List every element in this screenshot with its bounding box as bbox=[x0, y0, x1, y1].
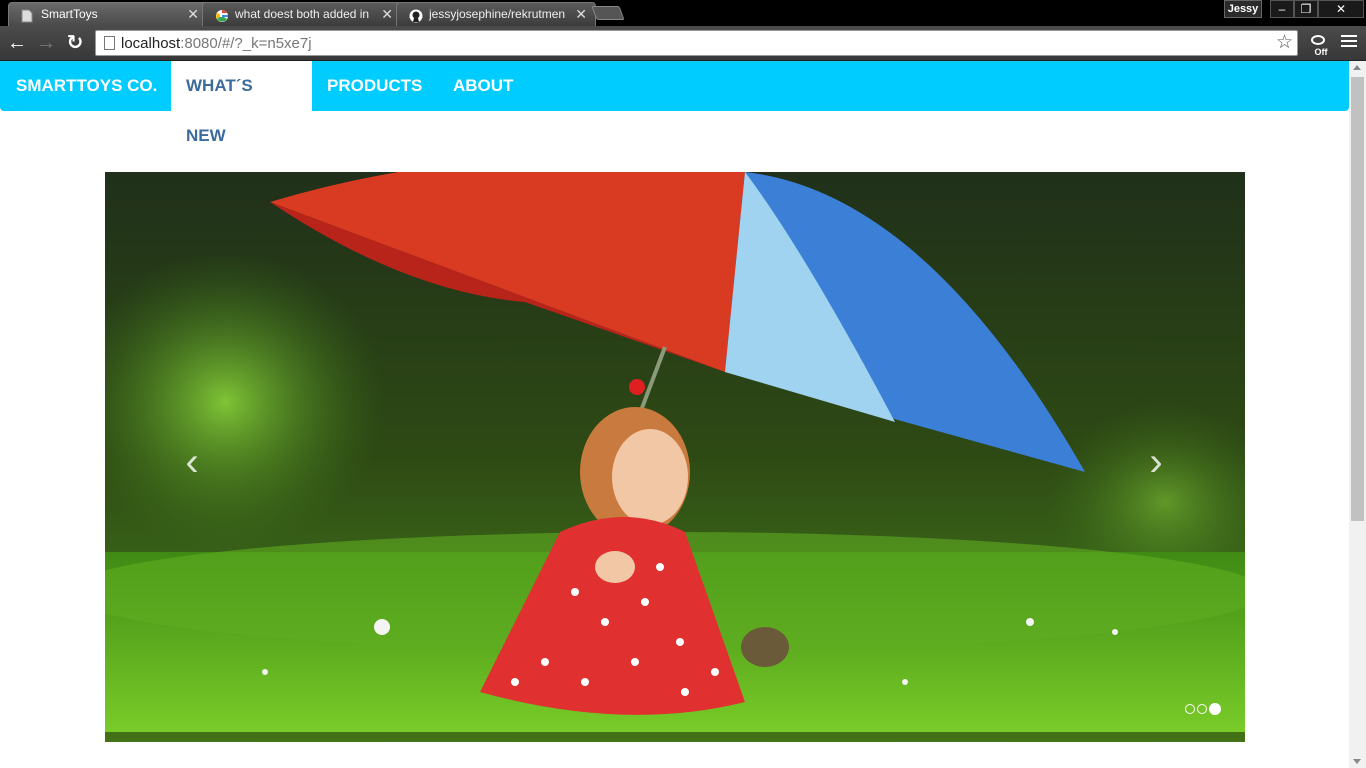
reload-icon[interactable]: ↻ bbox=[63, 31, 87, 55]
page-icon bbox=[104, 36, 115, 50]
carousel-caption-strip bbox=[105, 732, 1245, 742]
tab-title: what doest both added in bbox=[235, 7, 370, 21]
bookmark-star-icon[interactable]: ☆ bbox=[1276, 31, 1293, 55]
carousel-indicator-1[interactable] bbox=[1185, 703, 1195, 714]
carousel-prev-icon[interactable]: ‹ bbox=[177, 442, 207, 482]
forward-arrow-icon[interactable]: → bbox=[34, 31, 58, 55]
page-viewport: SMARTTOYS CO. WHAT´S NEW PRODUCTS ABOUT bbox=[0, 61, 1349, 768]
site-navbar: SMARTTOYS CO. WHAT´S NEW PRODUCTS ABOUT bbox=[0, 61, 1349, 145]
nav-whats-new[interactable]: WHAT´S NEW bbox=[171, 61, 312, 145]
page-scrollbar[interactable] bbox=[1349, 61, 1366, 768]
scroll-up-icon[interactable] bbox=[1353, 65, 1361, 70]
url-text: localhost:8080/#/?_k=n5xe7j bbox=[121, 35, 312, 52]
menu-icon[interactable] bbox=[1341, 35, 1357, 49]
carousel-indicator-3[interactable] bbox=[1209, 702, 1221, 715]
carousel-indicators bbox=[1185, 700, 1225, 715]
tab-github[interactable]: jessyjosephine/rekrutmen ✕ bbox=[396, 2, 596, 26]
restore-button[interactable]: ❐ bbox=[1294, 0, 1318, 18]
extension-label: Off bbox=[1314, 47, 1328, 57]
minimize-button[interactable]: – bbox=[1270, 0, 1294, 18]
nav-products[interactable]: PRODUCTS bbox=[312, 61, 437, 111]
brand-link[interactable]: SMARTTOYS CO. bbox=[16, 61, 157, 111]
tab-smarttoys[interactable]: SmartToys ✕ bbox=[8, 2, 208, 26]
tab-title: SmartToys bbox=[41, 7, 98, 21]
close-icon[interactable]: ✕ bbox=[575, 3, 587, 25]
scrollbar-thumb[interactable] bbox=[1351, 77, 1364, 521]
scroll-down-icon[interactable] bbox=[1353, 759, 1361, 764]
tab-google-search[interactable]: what doest both added in ✕ bbox=[202, 2, 402, 26]
close-window-button[interactable]: ✕ bbox=[1318, 0, 1364, 18]
extension-icon[interactable]: Off bbox=[1310, 34, 1332, 57]
new-tab-button[interactable] bbox=[591, 6, 625, 20]
girl-with-umbrella-photo bbox=[105, 172, 1245, 742]
profile-button[interactable]: Jessy bbox=[1224, 0, 1262, 18]
close-icon[interactable]: ✕ bbox=[187, 3, 199, 25]
address-bar[interactable]: localhost:8080/#/?_k=n5xe7j ☆ bbox=[95, 30, 1298, 56]
carousel-next-icon[interactable]: › bbox=[1141, 442, 1171, 482]
browser-tab-strip: SmartToys ✕ what doest both added in ✕ j… bbox=[0, 0, 1366, 26]
tab-title: jessyjosephine/rekrutmen bbox=[429, 7, 566, 21]
nav-about[interactable]: ABOUT bbox=[438, 61, 528, 111]
google-icon bbox=[215, 8, 229, 22]
close-icon[interactable]: ✕ bbox=[381, 3, 393, 25]
back-arrow-icon[interactable]: ← bbox=[5, 31, 29, 55]
carousel-indicator-2[interactable] bbox=[1197, 703, 1207, 714]
carousel: ‹ › bbox=[105, 172, 1245, 742]
github-icon bbox=[409, 8, 423, 23]
browser-toolbar: ← → ↻ localhost:8080/#/?_k=n5xe7j ☆ Off bbox=[0, 26, 1366, 61]
page-icon bbox=[21, 8, 35, 23]
